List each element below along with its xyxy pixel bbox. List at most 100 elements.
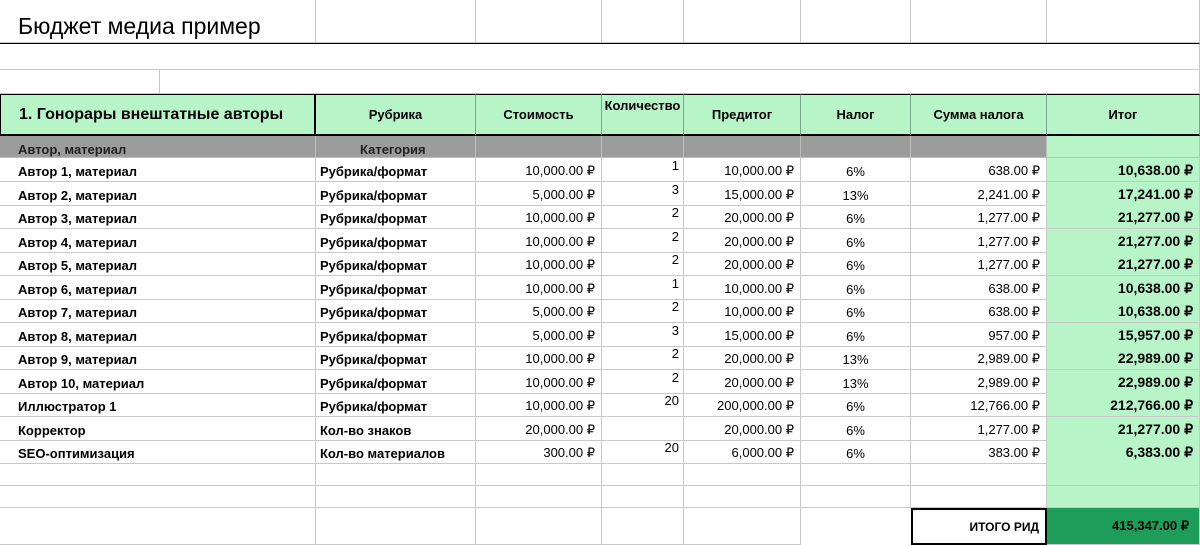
cell[interactable]: [1047, 463, 1200, 486]
cell-qty[interactable]: 3: [602, 182, 684, 206]
cell[interactable]: [0, 43, 1200, 70]
grand-total-value[interactable]: 415,347.00 ₽: [1047, 508, 1200, 545]
cell-tax[interactable]: 6%: [801, 205, 911, 229]
cell-cost[interactable]: 300.00 ₽: [476, 440, 602, 464]
cell-total[interactable]: 21,277.00 ₽: [1047, 229, 1200, 253]
header-cost[interactable]: Стоимость: [476, 94, 602, 136]
cell-qty[interactable]: 3: [602, 323, 684, 347]
cell-cost[interactable]: 5,000.00 ₽: [476, 323, 602, 347]
cell-qty[interactable]: [602, 417, 684, 441]
cell-qty[interactable]: 2: [602, 205, 684, 229]
cell-tax-sum[interactable]: 957.00 ₽: [911, 323, 1047, 347]
cell-author[interactable]: Автор 2, материал: [0, 182, 316, 206]
cell-author[interactable]: Автор 10, материал: [0, 370, 316, 394]
cell-tax-sum[interactable]: 2,989.00 ₽: [911, 346, 1047, 370]
cell-tax-sum[interactable]: 2,989.00 ₽: [911, 370, 1047, 394]
cell-qty[interactable]: 2: [602, 346, 684, 370]
header-pretotal[interactable]: Предитог: [684, 94, 801, 136]
cell-rubric[interactable]: Рубрика/формат: [316, 252, 476, 276]
cell[interactable]: [476, 486, 602, 508]
cell-rubric[interactable]: Рубрика/формат: [316, 323, 476, 347]
cell-author[interactable]: Корректор: [0, 417, 316, 441]
cell-tax-sum[interactable]: 2,241.00 ₽: [911, 182, 1047, 206]
cell[interactable]: [316, 508, 476, 545]
cell-tax[interactable]: 6%: [801, 158, 911, 182]
cell[interactable]: [911, 486, 1047, 508]
cell-tax[interactable]: 6%: [801, 229, 911, 253]
cell-tax[interactable]: 6%: [801, 323, 911, 347]
cell-pretotal[interactable]: 20,000.00 ₽: [684, 370, 801, 394]
header-tax-sum[interactable]: Сумма налога: [911, 94, 1047, 136]
cell-tax-sum[interactable]: 1,277.00 ₽: [911, 417, 1047, 441]
cell[interactable]: [316, 0, 476, 43]
cell-tax[interactable]: 6%: [801, 299, 911, 323]
cell[interactable]: [316, 463, 476, 486]
cell-total[interactable]: 22,989.00 ₽: [1047, 370, 1200, 394]
cell[interactable]: [316, 486, 476, 508]
cell[interactable]: [602, 486, 684, 508]
cell-cost[interactable]: 10,000.00 ₽: [476, 370, 602, 394]
cell-tax-sum[interactable]: 638.00 ₽: [911, 158, 1047, 182]
cell-cost[interactable]: 5,000.00 ₽: [476, 299, 602, 323]
cell-pretotal[interactable]: 20,000.00 ₽: [684, 417, 801, 441]
cell-cost[interactable]: 10,000.00 ₽: [476, 276, 602, 300]
cell[interactable]: [476, 0, 602, 43]
cell-qty[interactable]: 20: [602, 440, 684, 464]
cell[interactable]: [1047, 486, 1200, 508]
cell-tax[interactable]: 6%: [801, 417, 911, 441]
cell-author[interactable]: SEO-оптимизация: [0, 440, 316, 464]
cell-total[interactable]: 21,277.00 ₽: [1047, 205, 1200, 229]
cell-cost[interactable]: 5,000.00 ₽: [476, 182, 602, 206]
cell-rubric[interactable]: Рубрика/формат: [316, 205, 476, 229]
header-rubric[interactable]: Рубрика: [316, 94, 476, 136]
cell[interactable]: [476, 136, 602, 158]
cell-pretotal[interactable]: 6,000.00 ₽: [684, 440, 801, 464]
cell-total[interactable]: 15,957.00 ₽: [1047, 323, 1200, 347]
cell[interactable]: [160, 70, 1200, 94]
cell[interactable]: [684, 136, 801, 158]
cell-total[interactable]: 22,989.00 ₽: [1047, 346, 1200, 370]
cell[interactable]: [602, 136, 684, 158]
cell-rubric[interactable]: Рубрика/формат: [316, 229, 476, 253]
cell[interactable]: [0, 508, 316, 545]
cell[interactable]: [801, 463, 911, 486]
cell-tax-sum[interactable]: 638.00 ₽: [911, 276, 1047, 300]
cell-pretotal[interactable]: 20,000.00 ₽: [684, 229, 801, 253]
cell-author[interactable]: Автор 8, материал: [0, 323, 316, 347]
cell-tax[interactable]: 13%: [801, 182, 911, 206]
cell-pretotal[interactable]: 200,000.00 ₽: [684, 393, 801, 417]
cell-total[interactable]: 10,638.00 ₽: [1047, 276, 1200, 300]
cell-rubric[interactable]: Рубрика/формат: [316, 276, 476, 300]
cell-tax[interactable]: 13%: [801, 346, 911, 370]
cell-tax-sum[interactable]: 1,277.00 ₽: [911, 229, 1047, 253]
cell[interactable]: [684, 0, 801, 43]
cell[interactable]: [602, 0, 684, 43]
cell-pretotal[interactable]: 10,000.00 ₽: [684, 158, 801, 182]
cell-cost[interactable]: 10,000.00 ₽: [476, 393, 602, 417]
cell-rubric[interactable]: Рубрика/формат: [316, 393, 476, 417]
cell-rubric[interactable]: Кол-во знаков: [316, 417, 476, 441]
subheader-category[interactable]: Категория: [316, 136, 476, 158]
cell-qty[interactable]: 1: [602, 276, 684, 300]
cell-cost[interactable]: 10,000.00 ₽: [476, 346, 602, 370]
cell-author[interactable]: Автор 6, материал: [0, 276, 316, 300]
cell-tax-sum[interactable]: 383.00 ₽: [911, 440, 1047, 464]
cell-cost[interactable]: 10,000.00 ₽: [476, 229, 602, 253]
cell-total[interactable]: 10,638.00 ₽: [1047, 158, 1200, 182]
cell-author[interactable]: Автор 9, материал: [0, 346, 316, 370]
cell-rubric[interactable]: Рубрика/формат: [316, 158, 476, 182]
header-tax[interactable]: Налог: [801, 94, 911, 136]
cell[interactable]: [0, 486, 316, 508]
cell-pretotal[interactable]: 10,000.00 ₽: [684, 299, 801, 323]
cell[interactable]: [911, 0, 1047, 43]
cell-rubric[interactable]: Рубрика/формат: [316, 299, 476, 323]
cell-author[interactable]: Автор 1, материал: [0, 158, 316, 182]
cell-tax[interactable]: 6%: [801, 276, 911, 300]
cell-tax-sum[interactable]: 12,766.00 ₽: [911, 393, 1047, 417]
cell-total[interactable]: 6,383.00 ₽: [1047, 440, 1200, 464]
sheet-title[interactable]: Бюджет медиа пример: [0, 0, 316, 43]
cell-cost[interactable]: 20,000.00 ₽: [476, 417, 602, 441]
cell[interactable]: [476, 508, 602, 545]
cell-rubric[interactable]: Рубрика/формат: [316, 346, 476, 370]
cell[interactable]: [911, 463, 1047, 486]
